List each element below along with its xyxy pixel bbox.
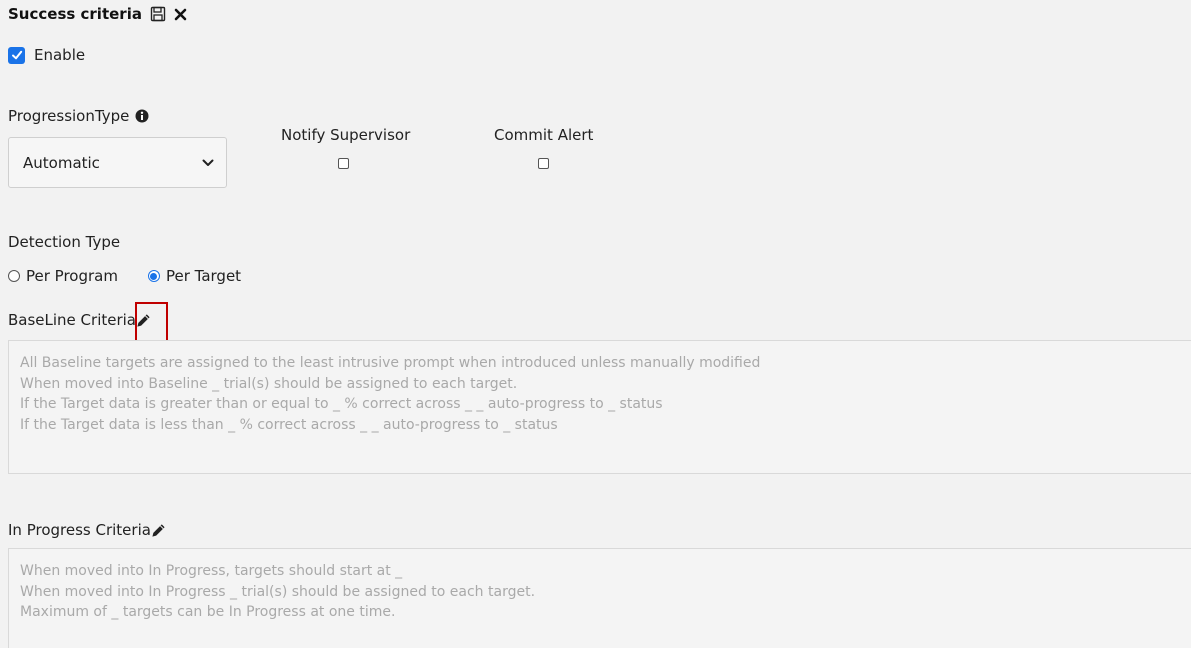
in-progress-line: Maximum of _ targets can be In Progress … [20, 604, 396, 620]
detection-type-radio-group: Per Program Per Target [8, 267, 241, 285]
highlight-box [135, 302, 168, 345]
notify-supervisor-label: Notify Supervisor [281, 126, 411, 144]
progression-type-label: ProgressionType [8, 107, 130, 125]
baseline-line: If the Target data is less than _ % corr… [20, 416, 558, 433]
detection-type-label: Detection Type [8, 233, 121, 251]
in-progress-criteria-label: In Progress Criteria [8, 521, 151, 539]
notify-supervisor-checkbox[interactable] [338, 158, 349, 169]
baseline-line: When moved into Baseline _ trial(s) shou… [20, 375, 518, 392]
per-program-label: Per Program [26, 267, 118, 285]
chevron-down-icon [202, 159, 214, 167]
baseline-line: If the Target data is greater than or eq… [20, 396, 663, 412]
close-icon[interactable] [174, 8, 187, 21]
baseline-criteria-heading: BaseLine Criteria [8, 311, 151, 329]
baseline-criteria-box: All Baseline targets are assigned to the… [8, 340, 1191, 474]
baseline-line: All Baseline targets are assigned to the… [20, 355, 761, 371]
progression-type-select[interactable]: Automatic [8, 137, 227, 188]
commit-alert-checkbox[interactable] [538, 158, 549, 169]
in-progress-edit-pencil-icon[interactable] [151, 523, 166, 538]
progression-type-value: Automatic [23, 153, 100, 172]
enable-checkbox[interactable] [8, 46, 25, 64]
in-progress-criteria-box: When moved into In Progress, targets sho… [8, 548, 1191, 648]
in-progress-line: When moved into In Progress, targets sho… [20, 563, 403, 579]
progression-type-label-row: ProgressionType [8, 107, 149, 125]
enable-row: Enable [8, 46, 85, 64]
commit-alert-label: Commit Alert [494, 126, 594, 144]
section-header: Success criteria [8, 5, 187, 23]
in-progress-line: When moved into In Progress _ trial(s) s… [20, 583, 536, 600]
per-program-radio[interactable] [8, 270, 20, 282]
baseline-criteria-label: BaseLine Criteria [8, 311, 136, 329]
info-icon[interactable] [135, 109, 149, 123]
section-title: Success criteria [8, 5, 142, 23]
in-progress-criteria-heading: In Progress Criteria [8, 521, 166, 539]
save-icon[interactable] [150, 6, 166, 22]
per-target-radio[interactable] [147, 270, 160, 282]
per-target-label: Per Target [165, 267, 242, 285]
enable-label: Enable [34, 46, 86, 64]
